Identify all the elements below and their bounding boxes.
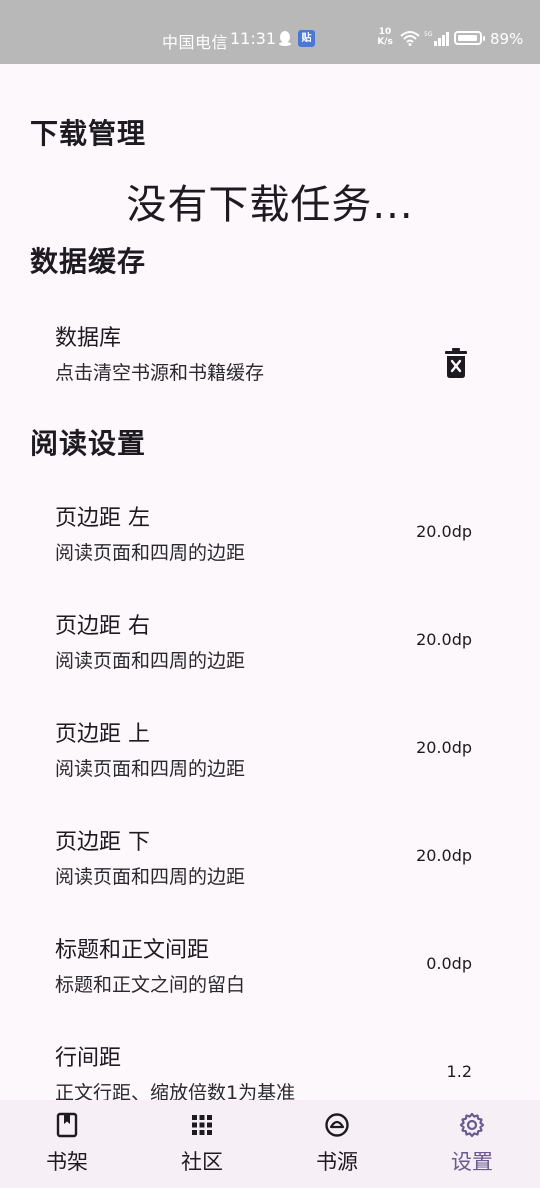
nav-label: 书源	[316, 1150, 358, 1174]
setting-row-margin-top[interactable]: 页边距 上 阅读页面和四周的边距 20.0dp	[0, 716, 540, 816]
setting-value: 0.0dp	[426, 954, 472, 973]
setting-subtitle: 阅读页面和四周的边距	[55, 650, 246, 672]
setting-row-margin-left[interactable]: 页边距 左 阅读页面和四周的边距 20.0dp	[0, 500, 540, 600]
nav-label: 社区	[181, 1150, 223, 1174]
setting-title: 标题和正文间距	[55, 938, 210, 963]
app-notification-icon: 贴	[298, 30, 315, 47]
setting-value: 20.0dp	[416, 522, 472, 541]
setting-title: 页边距 上	[55, 722, 150, 747]
battery-percent: 89%	[490, 30, 524, 48]
trash-icon[interactable]	[445, 348, 467, 378]
setting-title: 页边距 右	[55, 614, 150, 639]
setting-row-margin-right[interactable]: 页边距 右 阅读页面和四周的边距 20.0dp	[0, 608, 540, 708]
wifi-icon	[400, 31, 420, 46]
database-subtitle: 点击清空书源和书籍缓存	[55, 362, 265, 384]
setting-value: 20.0dp	[416, 630, 472, 649]
setting-subtitle: 阅读页面和四周的边距	[55, 866, 246, 888]
nav-label: 设置	[451, 1150, 493, 1174]
setting-subtitle: 阅读页面和四周的边距	[55, 758, 246, 780]
battery-icon	[454, 31, 485, 45]
reading-section-title: 阅读设置	[30, 427, 147, 460]
carrier-name: 中国电信	[162, 33, 229, 52]
gear-icon	[459, 1112, 485, 1138]
network-speed: 10 K/s	[376, 27, 394, 47]
nav-source[interactable]: 书源	[277, 1100, 397, 1188]
download-section-title: 下载管理	[30, 117, 147, 150]
setting-row-margin-bottom[interactable]: 页边距 下 阅读页面和四周的边距 20.0dp	[0, 824, 540, 924]
status-bar: 中国电信 11:31 贴 10 K/s 5G 89%	[0, 0, 540, 64]
nav-community[interactable]: 社区	[142, 1100, 262, 1188]
clock: 11:31	[230, 29, 277, 48]
database-title: 数据库	[55, 326, 122, 351]
setting-value: 20.0dp	[416, 738, 472, 757]
grid-icon	[192, 1115, 212, 1135]
setting-title: 行间距	[55, 1046, 122, 1071]
setting-subtitle: 标题和正文之间的留白	[55, 974, 246, 996]
qq-icon	[279, 31, 291, 46]
database-cache-row[interactable]: 数据库 点击清空书源和书籍缓存	[0, 320, 540, 420]
svg-text:5G: 5G	[424, 31, 433, 38]
nav-settings[interactable]: 设置	[412, 1100, 532, 1188]
speed-unit: K/s	[377, 37, 393, 47]
cache-section-title: 数据缓存	[30, 245, 147, 278]
setting-value: 1.2	[446, 1062, 472, 1081]
bookshelf-icon	[56, 1112, 78, 1138]
setting-subtitle: 阅读页面和四周的边距	[55, 542, 246, 564]
nav-label: 书架	[46, 1150, 88, 1174]
setting-title: 页边距 左	[55, 506, 150, 531]
setting-value: 20.0dp	[416, 846, 472, 865]
empty-download-message: 没有下载任务...	[126, 182, 414, 228]
setting-title: 页边距 下	[55, 830, 150, 855]
source-icon	[325, 1113, 349, 1137]
setting-row-title-spacing[interactable]: 标题和正文间距 标题和正文之间的留白 0.0dp	[0, 932, 540, 1032]
bottom-navigation: 书架 社区 书源 设置	[0, 1100, 540, 1188]
signal-icon: 5G	[424, 31, 449, 46]
nav-bookshelf[interactable]: 书架	[7, 1100, 127, 1188]
speed-value: 10	[378, 27, 392, 37]
